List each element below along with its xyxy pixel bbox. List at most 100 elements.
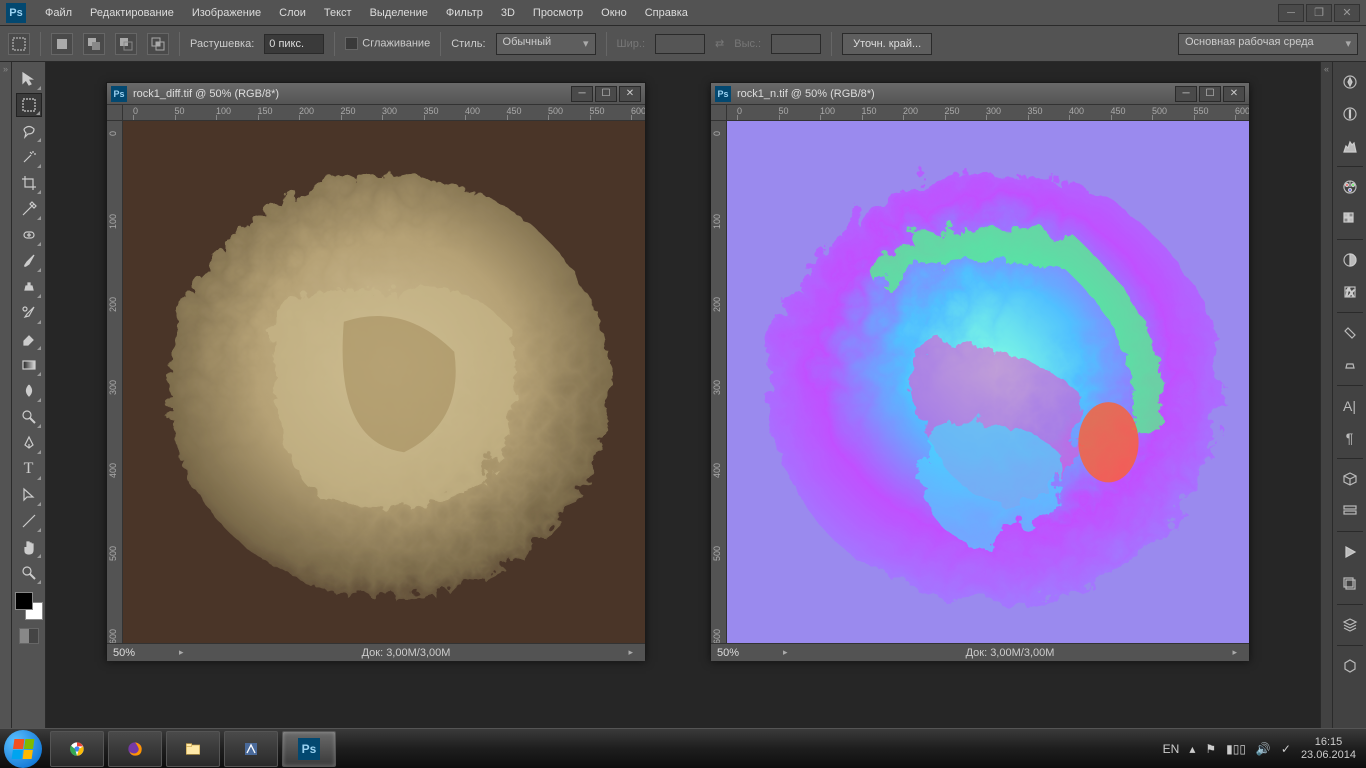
doc1-close-button[interactable]: ✕ [619,86,641,102]
actions-panel-icon[interactable] [1336,538,1364,566]
hand-tool[interactable] [16,535,42,559]
menu-help[interactable]: Справка [636,0,697,26]
selection-intersect-icon[interactable] [147,33,169,55]
menu-image[interactable]: Изображение [183,0,270,26]
color-panel-icon[interactable] [1336,173,1364,201]
chevron-right-icon[interactable]: ▸ [1226,647,1243,658]
pen-tool[interactable] [16,431,42,455]
doc2-maximize-button[interactable]: ☐ [1199,86,1221,102]
zoom-tool[interactable] [16,561,42,585]
gradient-tool[interactable] [16,353,42,377]
taskbar-chrome[interactable] [50,731,104,767]
magic-wand-tool[interactable] [16,145,42,169]
window-close-button[interactable]: ✕ [1334,4,1360,22]
panels-expand[interactable]: « [1320,62,1332,728]
blur-tool[interactable] [16,379,42,403]
menu-edit[interactable]: Редактирование [81,0,183,26]
feather-input[interactable] [264,34,324,54]
chevron-right-icon[interactable]: ▸ [173,647,190,658]
tray-chevron-icon[interactable]: ▴ [1189,742,1195,756]
menu-file[interactable]: Файл [36,0,81,26]
color-swatches[interactable] [15,592,43,620]
type-tool[interactable]: T [16,457,42,481]
document-2-titlebar[interactable]: Ps rock1_n.tif @ 50% (RGB/8*) ─ ☐ ✕ [711,83,1249,105]
workspace-select[interactable]: Основная рабочая среда [1178,33,1358,55]
layers-panel-icon[interactable] [1336,611,1364,639]
path-selection-tool[interactable] [16,483,42,507]
taskbar-clock[interactable]: 16:15 23.06.2014 [1301,736,1356,762]
ruler-horizontal[interactable]: 050100150200250300350400450500550600 [727,105,1249,121]
chevron-right-icon[interactable]: ▸ [622,647,639,658]
document-2-canvas[interactable] [727,121,1249,643]
menu-window[interactable]: Окно [592,0,636,26]
volume-icon[interactable]: 🔊 [1256,742,1271,756]
doc2-close-button[interactable]: ✕ [1223,86,1245,102]
menu-view[interactable]: Просмотр [524,0,592,26]
menu-select[interactable]: Выделение [361,0,437,26]
ruler-vertical[interactable]: 0100200300400500600 [711,121,727,643]
eraser-tool[interactable] [16,327,42,351]
window-restore-button[interactable]: ❐ [1306,4,1332,22]
network-icon[interactable]: ▮▯▯ [1226,742,1246,756]
healing-brush-tool[interactable] [16,223,42,247]
character-panel-icon[interactable]: A| [1336,392,1364,420]
document-window-1[interactable]: Ps rock1_diff.tif @ 50% (RGB/8*) ─ ☐ ✕ 0… [106,82,646,660]
channels-panel-icon[interactable] [1336,652,1364,680]
crop-tool[interactable] [16,171,42,195]
selection-subtract-icon[interactable] [115,33,137,55]
clone-stamp-tool[interactable] [16,275,42,299]
menu-filter[interactable]: Фильтр [437,0,492,26]
foreground-color-swatch[interactable] [15,592,33,610]
menu-3d[interactable]: 3D [492,0,524,26]
menu-layers[interactable]: Слои [270,0,315,26]
dodge-tool[interactable] [16,405,42,429]
navigator-panel-icon[interactable] [1336,68,1364,96]
toolbar-expand[interactable]: » [0,62,12,728]
brushes-panel-icon[interactable] [1336,319,1364,347]
style-select[interactable]: Обычный [496,33,596,55]
swatches-panel-icon[interactable] [1336,205,1364,233]
document-window-2[interactable]: Ps rock1_n.tif @ 50% (RGB/8*) ─ ☐ ✕ 0501… [710,82,1250,660]
properties-panel-icon[interactable] [1336,497,1364,525]
eyedropper-tool[interactable] [16,197,42,221]
refine-edge-button[interactable]: Уточн. край... [842,33,932,55]
doc1-maximize-button[interactable]: ☐ [595,86,617,102]
action-center-icon[interactable]: ✓ [1281,742,1291,756]
info-panel-icon[interactable]: i [1336,100,1364,128]
flag-icon[interactable]: ⚑ [1205,742,1216,756]
document-1-titlebar[interactable]: Ps rock1_diff.tif @ 50% (RGB/8*) ─ ☐ ✕ [107,83,645,105]
ruler-horizontal[interactable]: 050100150200250300350400450500550600 [123,105,645,121]
window-minimize-button[interactable]: ─ [1278,4,1304,22]
move-tool[interactable] [16,67,42,91]
start-button[interactable] [4,730,42,768]
history-panel-icon[interactable] [1336,570,1364,598]
selection-add-icon[interactable] [83,33,105,55]
history-brush-tool[interactable] [16,301,42,325]
language-indicator[interactable]: EN [1163,742,1180,756]
clone-source-panel-icon[interactable] [1336,351,1364,379]
taskbar-app[interactable] [224,731,278,767]
quick-mask-toggle[interactable] [19,628,39,644]
taskbar-firefox[interactable] [108,731,162,767]
3d-panel-icon[interactable] [1336,465,1364,493]
doc2-zoom[interactable]: 50% [717,647,777,659]
taskbar-explorer[interactable] [166,731,220,767]
doc1-minimize-button[interactable]: ─ [571,86,593,102]
lasso-tool[interactable] [16,119,42,143]
adjustments-panel-icon[interactable] [1336,246,1364,274]
ruler-vertical[interactable]: 0100200300400500600 [107,121,123,643]
line-tool[interactable] [16,509,42,533]
menu-text[interactable]: Текст [315,0,361,26]
paragraph-panel-icon[interactable]: ¶ [1336,424,1364,452]
document-1-canvas[interactable] [123,121,645,643]
doc1-zoom[interactable]: 50% [113,647,173,659]
brush-tool[interactable] [16,249,42,273]
doc2-minimize-button[interactable]: ─ [1175,86,1197,102]
histogram-panel-icon[interactable] [1336,132,1364,160]
taskbar-photoshop[interactable]: Ps [282,731,336,767]
marquee-tool[interactable] [16,93,42,117]
tool-preset-icon[interactable] [8,33,30,55]
styles-panel-icon[interactable]: fx [1336,278,1364,306]
chevron-right-icon[interactable]: ▸ [777,647,794,658]
selection-new-icon[interactable] [51,33,73,55]
